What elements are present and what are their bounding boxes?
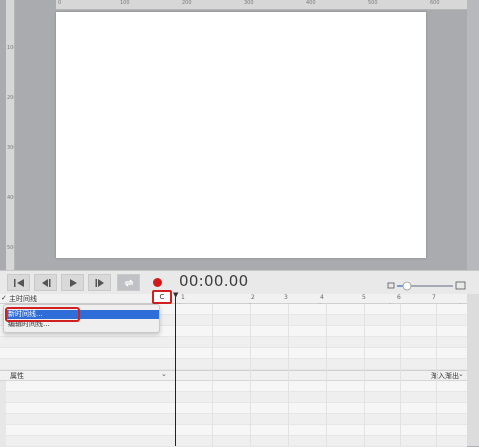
playhead[interactable] (175, 294, 176, 446)
ruler-label: 400 (7, 195, 14, 201)
vertical-scrollbar[interactable] (467, 0, 479, 270)
grid-line (364, 304, 365, 446)
check-icon: ✓ (1, 294, 7, 302)
zoom-slider-icon (387, 281, 466, 291)
grid-line (436, 304, 437, 446)
timeline-ruler-label: 7 (432, 294, 436, 301)
loop-button[interactable] (117, 274, 140, 291)
timecode-display: 00:00.00 (179, 272, 249, 290)
timeline-ruler-label: 5 (362, 294, 366, 301)
top-ruler: 0 100 200 300 400 500 600 (56, 0, 467, 10)
property-row[interactable] (0, 414, 467, 425)
ruler-label: 500 (7, 245, 14, 251)
chevron-down-icon[interactable]: ⌄ (458, 370, 464, 378)
track-row[interactable] (0, 348, 467, 359)
skip-to-start-icon (14, 279, 24, 287)
left-ruler: 100 200 300 400 500 (6, 0, 15, 270)
properties-area[interactable] (0, 381, 467, 447)
ruler-label: 100 (120, 0, 130, 6)
timeline-ruler-label: 6 (397, 294, 401, 301)
timeline-ruler-label: 2 (251, 294, 255, 301)
ruler-label: 200 (7, 95, 14, 101)
timeline-ruler-label: 4 (320, 294, 324, 301)
caret-down-icon[interactable]: ▼ (173, 291, 178, 299)
property-row[interactable] (0, 436, 467, 447)
ruler-label: 400 (306, 0, 316, 6)
annotation-highlight (5, 307, 80, 322)
property-row[interactable] (0, 381, 467, 392)
track-row[interactable] (0, 359, 467, 370)
menu-item-main-timeline[interactable]: 主时间线 (9, 294, 159, 304)
property-row[interactable] (0, 403, 467, 414)
ruler-label: 300 (7, 145, 14, 151)
ruler-label: 300 (244, 0, 254, 6)
zoom-slider[interactable] (387, 277, 467, 291)
property-row[interactable] (0, 392, 467, 403)
skip-to-start-button[interactable] (7, 274, 30, 291)
grid-line (400, 304, 401, 446)
play-icon (70, 279, 77, 287)
chevron-down-icon[interactable]: ⌄ (161, 370, 167, 378)
timeline-ruler-label: 1 (181, 294, 185, 301)
grid-line (212, 304, 213, 446)
play-button[interactable] (61, 274, 84, 291)
ruler-label: 500 (368, 0, 378, 6)
ruler-label: 0 (58, 0, 62, 6)
ruler-label: 200 (182, 0, 192, 6)
timeline-ruler-label: 3 (284, 294, 288, 301)
ruler-label: 100 (7, 45, 14, 51)
properties-header (0, 370, 467, 381)
step-forward-icon (95, 279, 104, 287)
ruler-label: 600 (430, 0, 440, 6)
grid-line (250, 304, 251, 446)
left-strip (0, 381, 6, 446)
step-back-button[interactable] (34, 274, 57, 291)
record-button[interactable] (153, 278, 162, 287)
timeline-scrollbar[interactable] (467, 294, 479, 446)
step-back-icon (42, 279, 51, 287)
track-row[interactable] (0, 337, 467, 348)
stage-canvas[interactable] (56, 12, 426, 258)
property-row[interactable] (0, 425, 467, 436)
loop-icon (124, 279, 134, 287)
step-forward-button[interactable] (88, 274, 111, 291)
grid-line (326, 304, 327, 446)
properties-label[interactable]: 属性 (10, 371, 24, 381)
grid-line (288, 304, 289, 446)
